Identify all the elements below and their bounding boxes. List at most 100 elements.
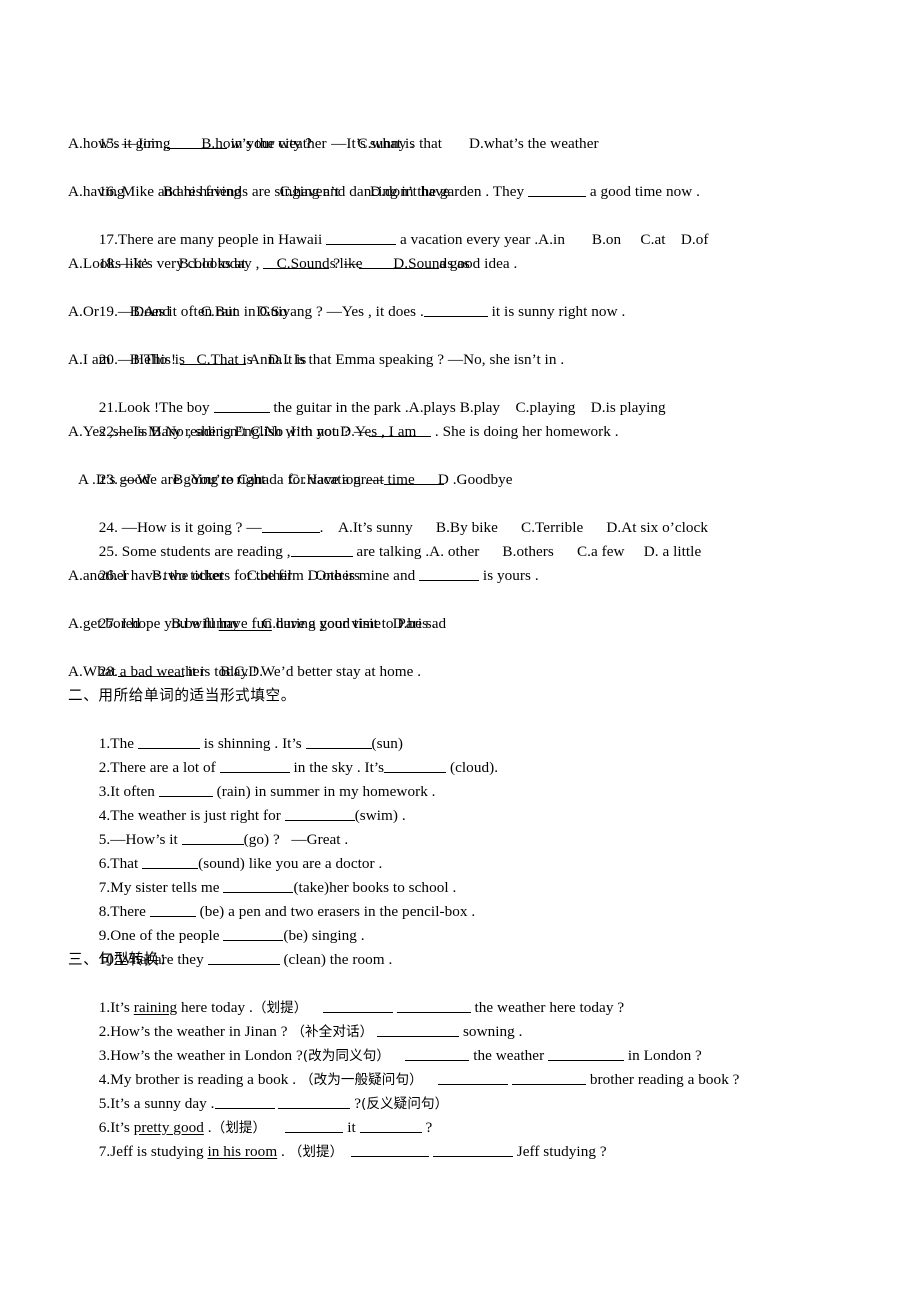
s2q4-text-b: (swim) . [354, 807, 406, 824]
s2q2-text-a: 2.There are a lot of [98, 759, 220, 776]
s3q2-text-tail: sowning . [459, 1023, 523, 1040]
s2q7-blank-1[interactable] [223, 879, 294, 893]
q25-blank-1[interactable] [290, 543, 353, 557]
q17-blank-1[interactable] [326, 231, 397, 245]
s2q8-blank-1[interactable] [149, 903, 196, 917]
q21-stem-a: 21.Look !The boy [98, 399, 214, 416]
s3q4-text-tail: brother reading a book ? [585, 1071, 740, 1088]
s3q6-blank-2[interactable] [359, 1119, 422, 1133]
s2q7-text-b: (take)her books to school . [293, 879, 457, 896]
s2q4-blank-1[interactable] [284, 807, 355, 821]
s2q6-blank-1[interactable] [142, 855, 199, 869]
s2q3-blank-1[interactable] [158, 783, 213, 797]
s3q7-text-tail: Jeff studying ? [512, 1143, 607, 1160]
s3q6-text-tail: ? [421, 1119, 433, 1136]
s3q5-instruction-note: (反义疑问句） [361, 1096, 449, 1112]
q21-blank-1[interactable] [213, 399, 270, 413]
q16-blank-1[interactable] [528, 183, 586, 197]
s3q5-text-tail: ? [350, 1095, 362, 1112]
s3q4-blank-1[interactable] [438, 1071, 509, 1085]
s3q5-blank-2[interactable] [278, 1095, 351, 1109]
s2q2-text-b: in the sky . It’s [289, 759, 385, 776]
q22-stem-b: . She is doing her homework . [431, 423, 619, 440]
q19-stem-b: it is sunny right now . [487, 303, 626, 320]
s2q1-blank-1[interactable] [137, 735, 200, 749]
s2q6-text-a: 6.That [98, 855, 143, 872]
s2q10-text-b: (clean) the room . [279, 951, 393, 968]
s3q3-blank-1[interactable] [405, 1047, 470, 1061]
s3q3-instruction-note: (改为同义句） [302, 1048, 390, 1064]
s2q7-text-a: 7.My sister tells me [98, 879, 224, 896]
s2q1-text-c: (sun) [371, 735, 403, 752]
worksheet-content: 15. —Jim , in your city ? —It’s sunny . … [68, 108, 858, 1160]
s3q1-text-post: here today . [177, 999, 253, 1016]
s2q2-blank-2[interactable] [384, 759, 447, 773]
q24-stem-b: . A.It’s sunny B.By bike C.Terrible D.At… [319, 519, 708, 536]
q19-blank-1[interactable] [423, 303, 488, 317]
s3q5-blank-1[interactable] [214, 1095, 275, 1109]
s3q1-blank-1[interactable] [322, 999, 393, 1013]
question-17-stem: 17.There are many people in Hawaii a vac… [68, 204, 858, 248]
s3q1-text-pre: 1.It’s [98, 999, 134, 1016]
s3q7-underlined-phrase: in his room [207, 1143, 278, 1160]
q26-stem-b: is yours . [479, 567, 539, 584]
q24-stem-a: 24. —How is it going ? — [98, 519, 262, 536]
s3q1-blank-2[interactable] [396, 999, 471, 1013]
question-15-options[interactable]: A.how’s it going B.how’s the weather C.w… [68, 132, 858, 156]
q25-stem-a: 25. Some students are reading , [98, 543, 291, 560]
s3q3-text-tail: in London ? [624, 1047, 702, 1064]
q26-blank-1[interactable] [419, 567, 480, 581]
s2q2-blank-1[interactable] [219, 759, 290, 773]
s2q3-text-a: 3.It often [98, 783, 159, 800]
q21-stem-b: the guitar in the park .A.plays B.play C… [269, 399, 666, 416]
s3q4-text-pre: 4.My brother is reading a book . [98, 1071, 300, 1088]
q16-stem-b: a good time now . [586, 183, 700, 200]
s3q6-text-mid: it [343, 1119, 360, 1136]
s3q6-text-post: . [203, 1119, 212, 1136]
s3q4-instruction-note: （改为一般疑问句） [299, 1072, 423, 1088]
section-2-heading: 二、用所给单词的适当形式填空。 [68, 687, 296, 704]
s3q1-underlined-phrase: raining [133, 999, 178, 1016]
s3q7-blank-2[interactable] [432, 1143, 513, 1157]
s2q5-blank-1[interactable] [181, 831, 244, 845]
s2q10-blank-1[interactable] [207, 951, 280, 965]
s2q9-text-b: (be) singing . [283, 927, 365, 944]
s3q4-blank-2[interactable] [511, 1071, 586, 1085]
q24-blank-1[interactable] [261, 519, 320, 533]
question-24-stem: 24. —How is it going ? — . A.It’s sunny B… [68, 492, 858, 536]
s3q7-blank-1[interactable] [351, 1143, 430, 1157]
s2-question-1: 1.The is shinning . It’s (sun) [68, 708, 858, 752]
worksheet-page: 15. —Jim , in your city ? —It’s sunny . … [0, 0, 920, 1302]
s3q3-blank-2[interactable] [548, 1047, 625, 1061]
question-18-options[interactable]: A.Looks like B.Looks at C.Sounds like D.… [68, 252, 858, 276]
s3q2-instruction-note: （补全对话） [291, 1024, 374, 1040]
s3q6-blank-1[interactable] [285, 1119, 344, 1133]
section-sentence-transformation: 三、句型转换： 1.It’s raining here today .（划提） … [68, 948, 858, 1160]
s3q2-blank-1[interactable] [377, 1023, 460, 1037]
section-multiple-choice: 15. —Jim , in your city ? —It’s sunny . … [68, 108, 858, 684]
s3q3-text-pre: 3.How’s the weather in London ? [98, 1047, 303, 1064]
s3q3-gap [390, 1047, 405, 1064]
q25-stem-b: are talking .A. other B.others C.a few D… [352, 543, 702, 560]
question-21-stem: 21.Look !The boy the guitar in the park … [68, 372, 858, 416]
s3q4-gap [423, 1071, 438, 1088]
s3q1-text-tail: the weather here today ? [470, 999, 625, 1016]
s3q2-text-pre: 2.How’s the weather in Jinan ? [98, 1023, 292, 1040]
question-23-options[interactable]: A .It’s good B .You’re right C .Have a g… [68, 468, 858, 492]
s3q6-text-pre: 6.It’s [98, 1119, 134, 1136]
question-27-options[interactable]: A.get bored B.be funny C.have a good tim… [68, 612, 858, 636]
s3q1-gap [307, 999, 322, 1016]
s3q7-gap [343, 1143, 351, 1160]
s2q9-text-a: 9.One of the people [98, 927, 224, 944]
s2q9-blank-1[interactable] [223, 927, 284, 941]
question-28-stem: 28. it is today ! We’d better stay at ho… [68, 636, 858, 680]
s3-question-1: 1.It’s raining here today .（划提） the weat… [68, 972, 858, 1016]
s2q5-text-a: 5.—How’s it [98, 831, 182, 848]
question-28-options[interactable]: A.What a bad weather B.C.D. [68, 660, 858, 684]
s2q2-text-c: (cloud). [446, 759, 499, 776]
s2q1-blank-2[interactable] [305, 735, 372, 749]
s2q8-text-b: (be) a pen and two erasers in the pencil… [195, 903, 476, 920]
s2q6-text-b: (sound) like you are a doctor . [198, 855, 383, 872]
s3q6-underlined-phrase: pretty good [133, 1119, 204, 1136]
s3q7-text-pre: 7.Jeff is studying [98, 1143, 208, 1160]
